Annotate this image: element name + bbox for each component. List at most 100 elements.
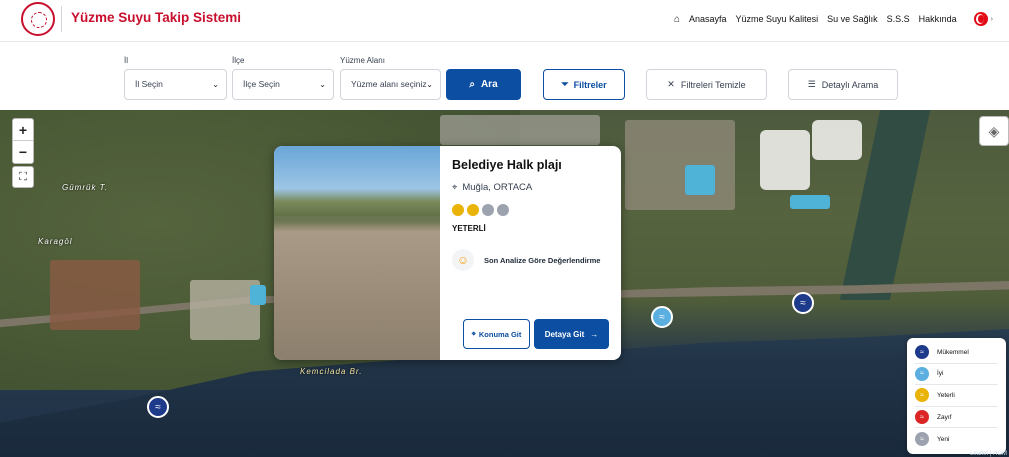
list-icon: ☰ (807, 79, 816, 89)
location-pin-icon: ⌖ (471, 329, 476, 338)
legend-label: Yeni (937, 435, 950, 443)
beach-name: Belediye Halk plajı (452, 158, 562, 172)
legend-item: ≈ İyi (915, 364, 998, 386)
chevron-down-icon: ⌄ (426, 80, 433, 89)
quality-legend: ≈ Mükemmel ≈ İyi ≈ Yeterli ≈ Zayıf ≈ Yeni (907, 338, 1006, 454)
legend-label: Zayıf (937, 413, 952, 421)
map-pool (250, 285, 266, 305)
chevron-down-icon: ⌄ (319, 80, 326, 89)
go-to-detail-label: Detaya Git (544, 329, 585, 339)
map-label-karagol: Karagöl (38, 237, 73, 246)
go-to-location-label: Konuma Git (478, 329, 522, 339)
search-button-label: Ara (480, 79, 498, 90)
ilce-label: İlçe (232, 56, 245, 65)
beach-photo (274, 146, 440, 360)
close-icon: ✕ (667, 79, 675, 89)
main-nav: ⌂ Anasayfa Yüzme Suyu Kalitesi Su ve Sağ… (674, 12, 993, 26)
filter-bar: İl İl Seçin ⌄ İlçe İlçe Seçin ⌄ Yüzme Al… (0, 42, 1009, 110)
go-to-detail-button[interactable]: Detaya Git → (534, 319, 609, 349)
filter-funnel-icon: ⏷ (561, 79, 569, 89)
rating-dot (497, 204, 509, 216)
map-label-kemcilada: Kemcilada Br. (300, 367, 363, 376)
map-view[interactable]: Gümrük T. Karagöl Kemcilada Br. + − ⛶ ◈ … (0, 110, 1009, 457)
swimmer-icon: ≈ (915, 366, 929, 381)
zoom-control: + − (12, 118, 34, 164)
legend-item: ≈ Yeterli (915, 385, 998, 407)
alan-select[interactable]: Yüzme alanı seçiniz ⌄ (340, 69, 441, 100)
legend-label: İyi (937, 370, 944, 378)
evaluation-text: Son Analize Göre Değerlendirme (484, 255, 601, 265)
location-pin-icon: ⌖ (452, 182, 458, 193)
map-resort-area (440, 115, 600, 145)
legend-label: Mükemmel (937, 348, 969, 356)
beach-marker[interactable]: ≈ (147, 396, 169, 418)
top-header: Yüzme Suyu Takip Sistemi ⌂ Anasayfa Yüzm… (0, 0, 1009, 42)
fullscreen-icon: ⛶ (19, 171, 27, 183)
ilce-select[interactable]: İlçe Seçin ⌄ (232, 69, 334, 100)
il-label: İl (124, 56, 128, 65)
advanced-search-button[interactable]: ☰ Detaylı Arama (788, 69, 898, 100)
map-hotel-building (760, 130, 810, 190)
fullscreen-button[interactable]: ⛶ (12, 166, 34, 188)
map-resort-area (625, 120, 735, 210)
layers-button[interactable]: ◈ (979, 116, 1009, 146)
rating-dot (467, 204, 479, 216)
map-label-gumruk: Gümrük T. (62, 183, 109, 192)
il-select[interactable]: İl Seçin ⌄ (124, 69, 227, 100)
alan-select-value: Yüzme alanı seçiniz (351, 79, 427, 89)
zoom-in-button[interactable]: + (13, 119, 33, 141)
site-title[interactable]: Yüzme Suyu Takip Sistemi (71, 10, 241, 25)
swimmer-icon: ≈ (915, 410, 929, 425)
chevron-down-icon: ⌄ (212, 80, 219, 89)
swimmer-icon: ≈ (800, 297, 806, 309)
nav-sss[interactable]: S.S.S (887, 14, 910, 24)
nav-su-ve-saglik[interactable]: Su ve Sağlık (827, 14, 878, 24)
arrow-right-icon: → (590, 329, 599, 339)
ilce-select-value: İlçe Seçin (243, 79, 280, 89)
language-caret-icon[interactable]: › (991, 16, 993, 23)
map-attribution[interactable]: Leaflet | HGM (970, 451, 1007, 457)
beach-location: ⌖ Muğla, ORTACA (452, 182, 532, 193)
search-button[interactable]: ⌕ Ara (446, 69, 521, 100)
legend-item: ≈ Zayıf (915, 407, 998, 429)
layers-icon: ◈ (988, 123, 1000, 139)
map-resort-area (50, 260, 140, 330)
nav-hakkinda[interactable]: Hakkında (919, 14, 957, 24)
nav-anasayfa[interactable]: Anasayfa (689, 14, 727, 24)
home-icon[interactable]: ⌂ (674, 14, 680, 25)
il-select-value: İl Seçin (135, 79, 163, 89)
quality-status: YETERLİ (452, 224, 486, 233)
filters-button-label: Filtreler (573, 79, 607, 90)
filters-button[interactable]: ⏷ Filtreler (543, 69, 625, 100)
go-to-location-button[interactable]: ⌖ Konuma Git (463, 319, 530, 349)
swimmer-icon: ≈ (659, 311, 665, 323)
swimmer-icon: ≈ (155, 401, 161, 413)
swimmer-icon: ≈ (915, 388, 929, 403)
advanced-search-label: Detaylı Arama (821, 79, 879, 90)
turkish-flag-icon[interactable] (973, 12, 988, 26)
search-icon: ⌕ (469, 79, 475, 90)
map-hotel-building (812, 120, 862, 160)
smile-icon: ☺ (452, 249, 474, 271)
beach-marker[interactable]: ≈ (651, 306, 673, 328)
map-pool (685, 165, 715, 195)
evaluation-row: ☺ Son Analize Göre Değerlendirme (452, 249, 600, 271)
alan-label: Yüzme Alanı (340, 56, 385, 65)
zoom-out-button[interactable]: − (13, 141, 33, 163)
legend-item: ≈ Yeni (915, 428, 998, 450)
ministry-logo[interactable] (21, 2, 55, 36)
clear-filters-label: Filtreleri Temizle (680, 79, 746, 90)
swimmer-icon: ≈ (915, 432, 929, 447)
map-pool (790, 195, 830, 209)
quality-rating (452, 204, 509, 216)
beach-marker[interactable]: ≈ (792, 292, 814, 314)
swimmer-icon: ≈ (915, 345, 929, 360)
logo-divider (61, 6, 62, 32)
legend-label: Yeterli (937, 391, 955, 399)
rating-dot (452, 204, 464, 216)
beach-popup: Belediye Halk plajı ⌖ Muğla, ORTACA YETE… (274, 146, 621, 360)
legend-item: ≈ Mükemmel (915, 342, 998, 364)
clear-filters-button[interactable]: ✕ Filtreleri Temizle (646, 69, 767, 100)
nav-yuzme-suyu-kalitesi[interactable]: Yüzme Suyu Kalitesi (736, 14, 819, 24)
rating-dot (482, 204, 494, 216)
